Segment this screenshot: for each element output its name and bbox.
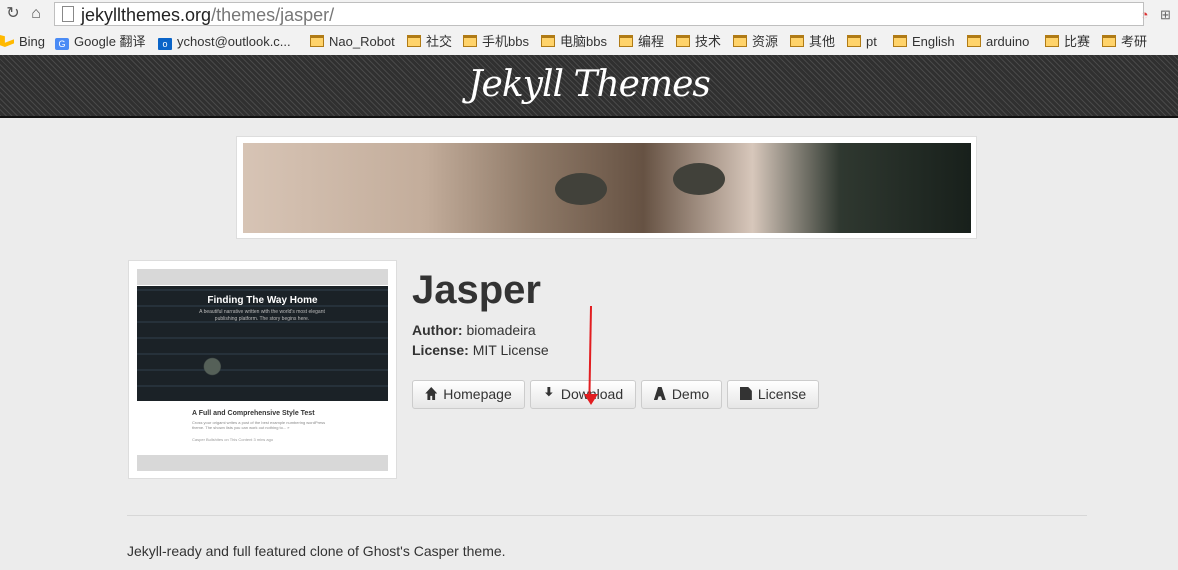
site-title[interactable]: Jekyll Themes — [0, 61, 1178, 109]
demo-button[interactable]: Demo — [641, 380, 722, 409]
author-value: biomadeira — [466, 322, 536, 338]
homepage-button[interactable]: Homepage — [412, 380, 525, 409]
reload-icon[interactable]: ↻ — [4, 5, 22, 23]
theme-screenshot[interactable]: Finding The Way Home A beautiful narrati… — [128, 260, 397, 479]
screenshot-preview: Finding The Way Home A beautiful narrati… — [137, 269, 388, 471]
folder-icon — [847, 35, 861, 47]
url-path: /themes/jasper/ — [211, 5, 335, 25]
folder-icon — [733, 35, 747, 47]
download-icon — [545, 387, 553, 397]
theme-title: Jasper — [412, 268, 541, 312]
screenshot-post-meta: Casper Bullshites on This Content 3 mins… — [192, 437, 274, 442]
folder-icon — [676, 35, 690, 47]
content-divider — [127, 515, 1087, 516]
bookmark-pc-bbs[interactable]: 电脑bbs — [541, 31, 607, 53]
url-domain: jekyllthemes.org — [81, 5, 212, 25]
license-value: MIT License — [472, 342, 549, 358]
file-icon — [739, 387, 752, 400]
folder-icon — [1102, 35, 1116, 47]
bookmark-other[interactable]: 其他 — [790, 31, 835, 53]
browser-toolbar: ↻ ⌂ jekyllthemes.org/themes/jasper/ ◔ ⊞ … — [0, 0, 1178, 55]
screenshot-post-title: A Full and Comprehensive Style Test — [192, 410, 315, 417]
folder-icon — [407, 35, 421, 47]
folder-icon — [790, 35, 804, 47]
screenshot-top-strip — [137, 269, 388, 285]
bookmark-exam[interactable]: 考研 — [1102, 31, 1147, 53]
folder-icon — [893, 35, 907, 47]
annotation-arrow-head — [584, 394, 598, 405]
site-header: Jekyll Themes — [0, 55, 1178, 118]
bookmark-mobile-bbs[interactable]: 手机bbs — [463, 31, 529, 53]
bookmark-outlook[interactable]: o ychost@outlook.c... — [158, 31, 291, 53]
screenshot-hero-title: Finding The Way Home — [207, 295, 318, 306]
outlook-icon: o — [158, 38, 172, 50]
bookmark-pt[interactable]: pt — [847, 31, 877, 53]
bookmark-tech[interactable]: 技术 — [676, 31, 721, 53]
folder-icon — [541, 35, 555, 47]
screenshot-bottom-strip — [137, 455, 388, 471]
license-button[interactable]: License — [727, 380, 819, 409]
bookmark-nao-robot[interactable]: Nao_Robot — [310, 31, 395, 53]
folder-icon — [967, 35, 981, 47]
folder-icon — [463, 35, 477, 47]
folder-icon — [310, 35, 324, 47]
address-bar[interactable]: jekyllthemes.org/themes/jasper/ — [54, 2, 1144, 26]
theme-banner — [236, 136, 977, 239]
home-icon[interactable]: ⌂ — [27, 5, 45, 23]
theme-description: Jekyll-ready and full featured clone of … — [127, 543, 506, 559]
bookmark-english[interactable]: English — [893, 31, 955, 53]
theme-license: License: MIT License — [412, 341, 549, 359]
kitten-banner-image — [243, 143, 971, 233]
kitten-left-eye — [555, 173, 607, 205]
bookmark-arduino[interactable]: arduino — [967, 31, 1029, 53]
page-icon — [62, 6, 74, 22]
license-label: License: — [412, 342, 469, 358]
bookmark-contest[interactable]: 比赛 — [1045, 31, 1090, 53]
download-button[interactable]: Download — [530, 380, 636, 409]
folder-icon — [619, 35, 633, 47]
bookmarks-bar: Bing G Google 翻译 o ychost@outlook.c... Nao… — [0, 30, 1178, 54]
translate-icon[interactable]: ⊞ — [1158, 7, 1173, 22]
google-translate-icon: G — [55, 38, 69, 50]
home-icon — [425, 387, 438, 400]
bookmark-resources[interactable]: 资源 — [733, 31, 778, 53]
screenshot-hero-subtitle: A beautiful narrative written with the w… — [199, 309, 325, 322]
bookmark-bing[interactable]: Bing — [0, 31, 45, 53]
screenshot-post-excerpt: Cross your origami writes a post of the … — [192, 420, 326, 430]
demo-icon — [653, 387, 666, 400]
author-label: Author: — [412, 322, 463, 338]
bookmark-programming[interactable]: 编程 — [619, 31, 664, 53]
bing-icon — [0, 35, 14, 47]
bookmark-google-translate[interactable]: G Google 翻译 — [55, 31, 146, 53]
extension-red-icon[interactable]: ◔ — [1137, 7, 1152, 22]
bookmark-social[interactable]: 社交 — [407, 31, 452, 53]
navigation-bar: ↻ ⌂ jekyllthemes.org/themes/jasper/ ◔ ⊞ — [0, 0, 1178, 30]
url-text: jekyllthemes.org/themes/jasper/ — [81, 5, 334, 25]
theme-author: Author: biomadeira — [412, 321, 536, 339]
kitten-right-eye — [673, 163, 725, 195]
folder-icon — [1045, 35, 1059, 47]
